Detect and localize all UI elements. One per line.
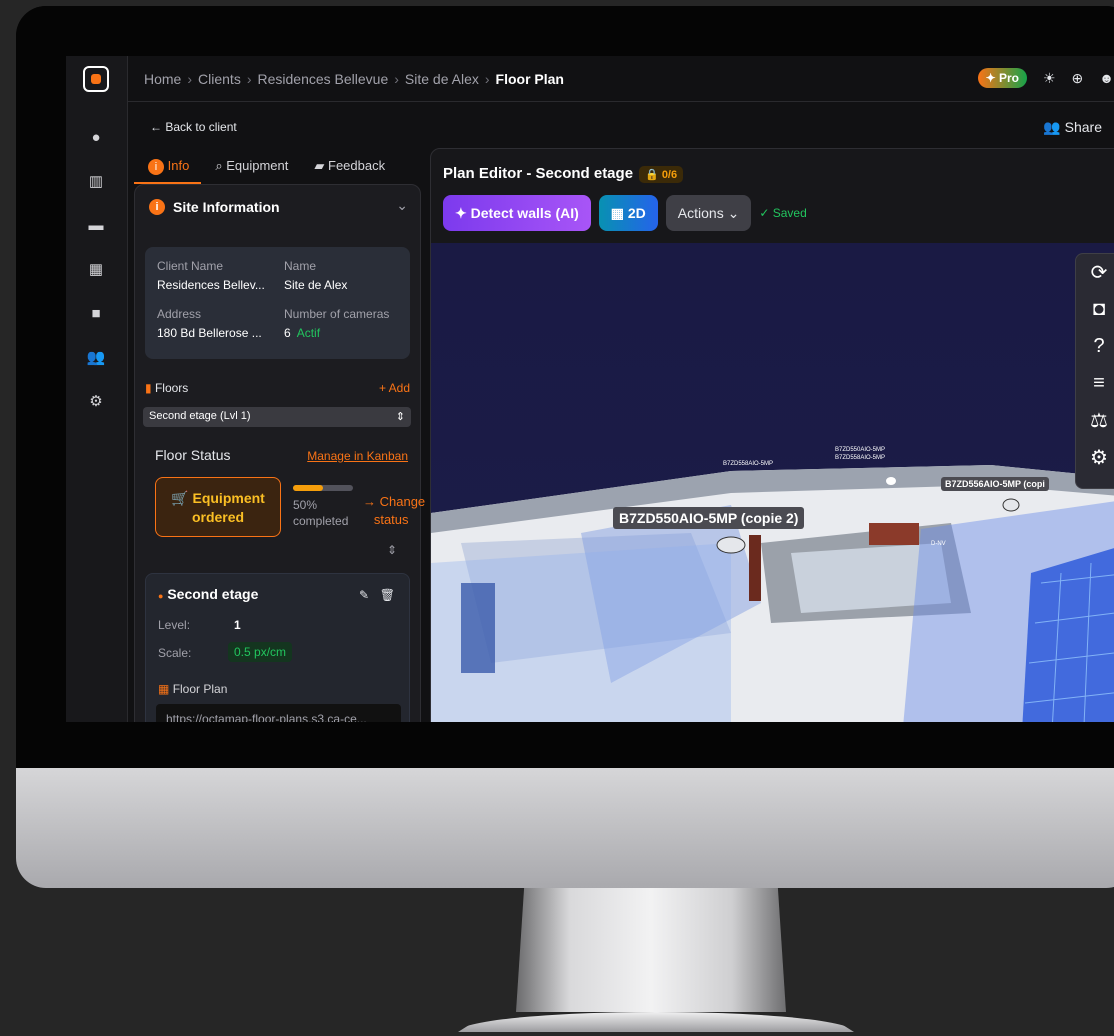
expand-icon[interactable]: ⇕	[387, 543, 397, 557]
app-screen: ● ▥ ▬ ▦ ■ 👥 ⚙ Home › Clients › Residences …	[66, 56, 1114, 722]
camera-label-tiny2[interactable]: B7ZD558AIO-5MP	[835, 455, 885, 461]
actions-dropdown[interactable]: Actions ⌄	[665, 195, 752, 231]
site-info-card: i Site Information ⌄ Client Name Residence…	[134, 184, 425, 722]
trash-icon[interactable]: 🗑	[380, 588, 395, 602]
breadcrumb: Home › Clients › Residences Bellevue › Site…	[128, 56, 1114, 102]
plan-editor: Plan Editor - Second etage 🔒 0/6 ✦ Detect…	[430, 148, 1114, 722]
layers-icon[interactable]: ≡	[1076, 365, 1114, 402]
breadcrumb-site[interactable]: Site de Alex	[405, 71, 479, 87]
rotate-icon[interactable]: ⟳	[1076, 254, 1114, 291]
floors-header: ▮ Floors + Add	[145, 381, 410, 395]
back-button[interactable]: ← Back to client	[150, 120, 237, 134]
panel-tabs: i Info ⌕ Equipment ▰ Feedback	[134, 146, 424, 184]
gear-icon[interactable]: ⚙	[1076, 439, 1114, 476]
breadcrumb-current: Floor Plan	[495, 70, 564, 87]
info-icon: i	[149, 199, 165, 215]
progress-text: 50% completed	[293, 498, 349, 528]
view-2d-button[interactable]: ▦ 2D	[598, 195, 658, 231]
cameras-status: Actif	[296, 326, 321, 340]
monitor-foot	[458, 1012, 854, 1032]
equipment-status-button[interactable]: 🛒 Equipment ordered	[155, 477, 281, 537]
floor-status-title: Floor Status	[155, 447, 231, 463]
pro-badge[interactable]: ✦ Pro	[977, 68, 1027, 88]
map-icon[interactable]: ▦	[85, 258, 107, 280]
camera-snapshot-icon[interactable]: ◘	[1076, 291, 1114, 328]
location-icon[interactable]: ●	[85, 126, 107, 148]
camera-label-right[interactable]: B7ZD556AIO-5MP (copi	[941, 477, 1049, 491]
floor-progress-bar	[293, 485, 353, 491]
users-icon[interactable]: 👥	[85, 346, 107, 368]
floor-plan-url[interactable]: https://octamap-floor-plans.s3.ca-ce...	[156, 704, 401, 722]
add-floor-button[interactable]: + Add	[379, 381, 410, 395]
camera-label-tiny1[interactable]: B7ZD558AIO-5MP	[723, 461, 773, 467]
chevron-down-icon[interactable]: ⌄	[396, 197, 408, 214]
subbar: ← Back to client 👥 Share	[128, 102, 1114, 146]
breadcrumb-clients[interactable]: Clients	[198, 71, 241, 87]
left-rail: ● ▥ ▬ ▦ ■ 👥 ⚙	[66, 56, 128, 722]
breadcrumb-client[interactable]: Residences Bellevue	[258, 71, 389, 87]
saved-status: ✓ Saved	[759, 206, 807, 220]
folder-icon[interactable]: ▬	[85, 214, 107, 236]
language-icon[interactable]: ⊕	[1072, 70, 1084, 87]
scale-value: 0.5 px/cm	[228, 642, 293, 662]
monitor-chin	[16, 768, 1114, 888]
help-icon[interactable]: ?	[1076, 328, 1114, 365]
settings-icon[interactable]: ⚙	[85, 390, 107, 412]
site-details: Client Name Residences Bellev... Name Site…	[145, 247, 410, 359]
client-name-label: Client Name	[157, 259, 224, 273]
chat-icon: ▰	[314, 158, 325, 173]
name-value: Site de Alex	[284, 278, 348, 292]
breadcrumb-home[interactable]: Home	[144, 71, 181, 87]
tab-equipment[interactable]: ⌕ Equipment	[201, 146, 300, 184]
scale-label: Scale:	[158, 646, 192, 660]
level-label: Level:	[158, 618, 191, 632]
theme-toggle-icon[interactable]: ☀	[1043, 70, 1056, 87]
name-label: Name	[284, 259, 317, 273]
search-icon: ⌕	[215, 158, 223, 173]
detect-walls-button[interactable]: ✦ Detect walls (AI)	[443, 195, 591, 231]
app-logo-icon[interactable]	[83, 66, 109, 92]
building-icon[interactable]: ▥	[85, 170, 107, 192]
edit-icon[interactable]: ✎	[359, 588, 369, 602]
scale-icon[interactable]: ⚖	[1076, 402, 1114, 439]
share-button[interactable]: 👥 Share	[1043, 119, 1102, 136]
camera-label-main[interactable]: B7ZD550AIO-5MP (copie 2)	[613, 507, 805, 529]
tab-feedback[interactable]: ▰ Feedback	[300, 146, 397, 184]
floor-select[interactable]: Second etage (Lvl 1) ⇕	[143, 407, 411, 427]
3d-canvas[interactable]: B7ZD550AIO-5MP (copie 2) B7ZD556AIO-5MP …	[431, 243, 1114, 722]
camera-label-tiny3[interactable]: B7ZD550AIO-5MP	[835, 447, 885, 453]
floors-icon: ▮	[145, 381, 152, 395]
change-status-button[interactable]: → Change status	[363, 493, 425, 529]
floor-card: ● Second etage ✎ 🗑 Level: 1 Scale: 0.5 p…	[145, 573, 410, 722]
manage-kanban-link[interactable]: Manage in Kanban	[307, 449, 408, 463]
monitor-stand	[516, 888, 786, 1012]
info-icon: i	[148, 159, 164, 175]
address-value: 180 Bd Bellerose ...	[157, 326, 262, 340]
site-info-header[interactable]: i Site Information	[149, 199, 280, 215]
editor-toolbar: ✦ Detect walls (AI) ▦ 2D Actions ⌄ ✓ Sav…	[443, 195, 807, 231]
client-name-value: Residences Bellev...	[157, 278, 265, 292]
editor-title: Plan Editor - Second etage 🔒 0/6	[443, 165, 684, 183]
side-panel: i Info ⌕ Equipment ▰ Feedback i Site Info…	[134, 146, 425, 722]
floor-card-title: ● Second etage	[158, 586, 259, 602]
cameras-value: 6	[284, 326, 291, 340]
cameras-label: Number of cameras	[284, 307, 390, 321]
tab-info[interactable]: i Info	[134, 146, 202, 184]
floor-plan-label: ▦ Floor Plan	[158, 682, 228, 696]
account-icon[interactable]: ☻	[1099, 70, 1114, 86]
level-value: 1	[234, 618, 241, 632]
floors-label: Floors	[154, 381, 189, 395]
lock-badge: 🔒 0/6	[639, 166, 684, 183]
address-label: Address	[157, 307, 202, 321]
view-toolbar: ⟳ ◘ ? ≡ ⚖ ⚙	[1075, 253, 1114, 489]
camera-icon[interactable]: ■	[85, 302, 107, 324]
camera-label-tiny4[interactable]: D-NV	[931, 541, 946, 547]
